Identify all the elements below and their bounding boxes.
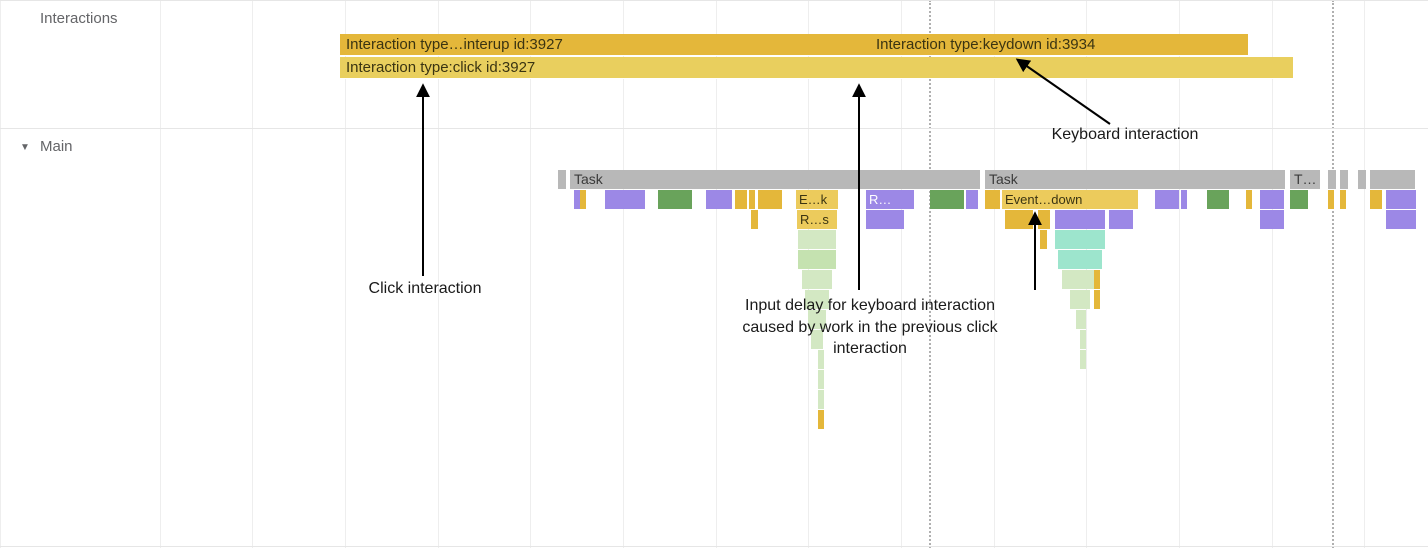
- flame-block[interactable]: [1370, 190, 1382, 209]
- annotation-keyboard: Keyboard interaction: [1025, 126, 1225, 144]
- flame-block[interactable]: [802, 270, 832, 289]
- task-bar-0[interactable]: [558, 170, 566, 189]
- flame-block[interactable]: [605, 190, 645, 209]
- flame-block[interactable]: [1062, 270, 1098, 289]
- flame-block[interactable]: [1094, 290, 1100, 309]
- flame-block[interactable]: [1155, 190, 1179, 209]
- interaction-keydown[interactable]: Interaction type:keydown id:3934: [870, 34, 1248, 56]
- flame-block[interactable]: [818, 410, 824, 429]
- flame-block[interactable]: [1070, 290, 1090, 309]
- task-bar-7[interactable]: [1370, 170, 1415, 189]
- task-bar-5[interactable]: [1340, 170, 1348, 189]
- marker-line-2: [1332, 0, 1334, 548]
- flame-block[interactable]: [1058, 250, 1102, 269]
- flame-block-ek[interactable]: E…k: [796, 190, 838, 209]
- flame-block-rdots[interactable]: R…: [866, 190, 914, 209]
- flame-block[interactable]: [1386, 190, 1416, 209]
- flame-block[interactable]: [1005, 210, 1033, 229]
- flame-block-rs[interactable]: R…s: [797, 210, 837, 229]
- flame-block[interactable]: [818, 390, 824, 409]
- main-track-disclosure[interactable]: ▼: [20, 142, 30, 153]
- task-bar-1[interactable]: Task: [570, 170, 980, 189]
- flame-block[interactable]: [1246, 190, 1252, 209]
- flame-block[interactable]: [798, 230, 836, 249]
- flame-block[interactable]: [1386, 210, 1416, 229]
- flame-block[interactable]: [1040, 230, 1047, 249]
- flame-block[interactable]: [1055, 230, 1105, 249]
- task-bar-2[interactable]: Task: [985, 170, 1285, 189]
- annotation-inputdelay: Input delay for keyboard interaction cau…: [740, 295, 1000, 360]
- flame-block[interactable]: [735, 190, 747, 209]
- flame-block[interactable]: [866, 210, 904, 229]
- flame-block[interactable]: [580, 190, 586, 209]
- task-bar-6[interactable]: [1358, 170, 1366, 189]
- interactions-track-label[interactable]: Interactions: [40, 10, 118, 27]
- flame-block[interactable]: [818, 370, 824, 389]
- flame-block[interactable]: [751, 210, 758, 229]
- flame-block[interactable]: [1038, 210, 1050, 229]
- flame-block[interactable]: [1260, 210, 1284, 229]
- flame-block[interactable]: [749, 190, 755, 209]
- flame-block[interactable]: [1080, 330, 1086, 349]
- flame-block[interactable]: [658, 190, 692, 209]
- flame-block[interactable]: [1080, 350, 1086, 369]
- flame-block[interactable]: [1340, 190, 1346, 209]
- flame-block[interactable]: [1094, 270, 1100, 289]
- annotation-click: Click interaction: [355, 280, 495, 298]
- flame-block[interactable]: [706, 190, 732, 209]
- flame-block[interactable]: [966, 190, 978, 209]
- flame-block[interactable]: [1109, 210, 1133, 229]
- flame-block[interactable]: [1290, 190, 1308, 209]
- interaction-click[interactable]: Interaction type:click id:3927: [340, 57, 1293, 79]
- flame-block-eventdown[interactable]: Event…down: [1002, 190, 1138, 209]
- interaction-pointerup[interactable]: Interaction type…interup id:3927: [340, 34, 870, 56]
- flame-block[interactable]: [1328, 190, 1334, 209]
- flame-block[interactable]: [1260, 190, 1284, 209]
- marker-line-1: [929, 0, 931, 548]
- flame-block[interactable]: [1055, 210, 1105, 229]
- flame-block[interactable]: [1207, 190, 1229, 209]
- task-bar-3[interactable]: T…: [1290, 170, 1320, 189]
- task-bar-4[interactable]: [1328, 170, 1336, 189]
- flame-block[interactable]: [758, 190, 782, 209]
- flame-block[interactable]: [930, 190, 964, 209]
- main-track-label[interactable]: Main: [40, 138, 73, 155]
- flame-block[interactable]: [1076, 310, 1086, 329]
- flame-block[interactable]: [985, 190, 1000, 209]
- flame-block[interactable]: [798, 250, 836, 269]
- flame-block[interactable]: [1181, 190, 1187, 209]
